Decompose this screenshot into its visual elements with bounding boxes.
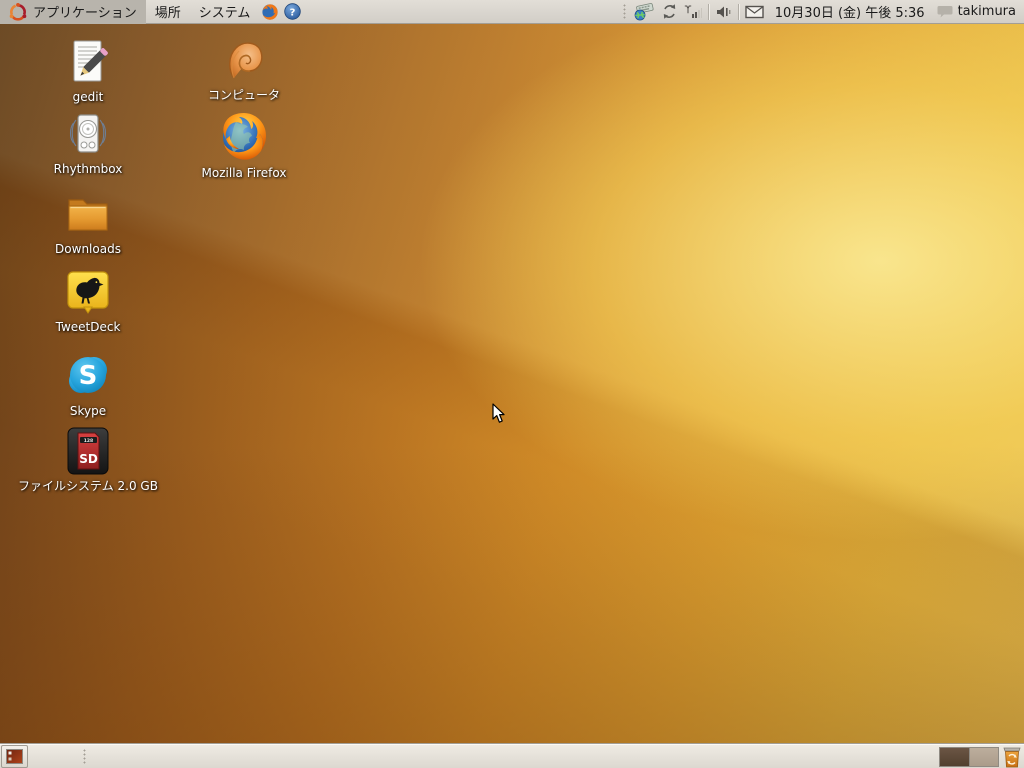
desktop-icon-label: gedit: [72, 90, 104, 104]
help-launcher[interactable]: ?: [281, 0, 303, 24]
gedit-icon: [73, 40, 108, 82]
firefox-launcher-icon: [262, 3, 279, 20]
menu-applications-label: アプリケーション: [33, 6, 137, 21]
menu-system-label: システム: [198, 6, 251, 21]
desktop-icon-label: Mozilla Firefox: [201, 166, 287, 180]
speaker-icon: [716, 6, 731, 17]
rhythmbox-icon: [69, 114, 107, 153]
mail-notification[interactable]: [742, 0, 767, 24]
tray-separator: [707, 3, 709, 20]
menu-places-label: 場所: [154, 6, 181, 21]
tray-separator: [737, 3, 739, 20]
menu-places[interactable]: 場所: [146, 0, 190, 24]
sd-label-text: SD: [79, 452, 98, 466]
desktop-icon-gedit[interactable]: gedit: [18, 38, 158, 105]
chat-bubble-icon: [937, 5, 953, 17]
menu-applications[interactable]: アプリケーション: [0, 0, 146, 24]
sd-card-icon: 128 SD: [67, 427, 109, 475]
ubuntu-logo-icon: [9, 2, 27, 21]
firefox-launcher[interactable]: [259, 0, 281, 24]
workspace-2[interactable]: [968, 748, 998, 766]
sync-arrows-icon: [663, 4, 675, 19]
clock[interactable]: 10月30日 (金) 午後 5:36: [767, 2, 933, 21]
show-desktop-button[interactable]: [1, 745, 28, 768]
tray-drag-handle[interactable]: [622, 3, 627, 20]
desktop-icon-tweetdeck[interactable]: TweetDeck: [18, 268, 158, 335]
desktop-icon-firefox[interactable]: Mozilla Firefox: [174, 110, 314, 181]
workspace-switcher[interactable]: [939, 747, 999, 767]
desktop-screen: gedit コンピュータ Rhythmbox Mozilla Firefox D…: [0, 0, 1024, 768]
desktop-icon-label: Rhythmbox: [53, 162, 123, 176]
top-panel: アプリケーション 場所 システム ? 10月30日 (金) 午後 5:36 ta…: [0, 0, 1024, 24]
desktop-icon-computer[interactable]: コンピュータ: [174, 36, 314, 103]
user-switcher[interactable]: takimura: [933, 4, 1024, 19]
tray-area: 10月30日 (金) 午後 5:36 takimura: [620, 0, 1024, 24]
desktop-icon-label: ファイルシステム 2.0 GB: [18, 479, 158, 493]
help-icon: ?: [284, 3, 301, 20]
svg-text:S: S: [79, 361, 98, 391]
trash-icon: [1003, 747, 1021, 767]
keyboard-indicator[interactable]: [630, 0, 658, 24]
computer-shell-icon: [229, 42, 263, 79]
desktop-icon-skype[interactable]: S Skype: [18, 350, 158, 419]
menu-system[interactable]: システム: [190, 0, 260, 24]
tweetdeck-icon: [67, 271, 109, 314]
sd-capacity-text: 128: [84, 438, 93, 444]
sync-applet[interactable]: [658, 0, 681, 24]
desktop-icon-label: コンピュータ: [207, 88, 280, 102]
firefox-icon: [223, 113, 266, 160]
window-list-handle[interactable]: [83, 748, 87, 765]
bottom-panel: [0, 744, 1024, 768]
trash-applet[interactable]: [1001, 746, 1023, 768]
workspace-1[interactable]: [940, 748, 969, 766]
volume-applet[interactable]: [712, 0, 735, 24]
show-desktop-icon: [6, 749, 23, 764]
user-name: takimura: [957, 4, 1016, 19]
folder-icon: [68, 199, 108, 231]
signal-strength-icon: [684, 5, 702, 18]
network-signal-applet[interactable]: [681, 0, 705, 24]
desktop-icon-label: Skype: [69, 404, 107, 418]
keyboard-globe-icon: [634, 2, 654, 20]
desktop-icon-filesystem[interactable]: 128 SD ファイルシステム 2.0 GB: [18, 427, 158, 494]
desktop-icon-rhythmbox[interactable]: Rhythmbox: [18, 110, 158, 177]
desktop-icon-downloads[interactable]: Downloads: [18, 190, 158, 257]
svg-text:?: ?: [289, 7, 295, 18]
desktop-icon-label: Downloads: [55, 242, 121, 256]
desktop-icon-label: TweetDeck: [55, 320, 121, 334]
envelope-icon: [745, 5, 764, 18]
skype-icon: S: [69, 357, 107, 393]
